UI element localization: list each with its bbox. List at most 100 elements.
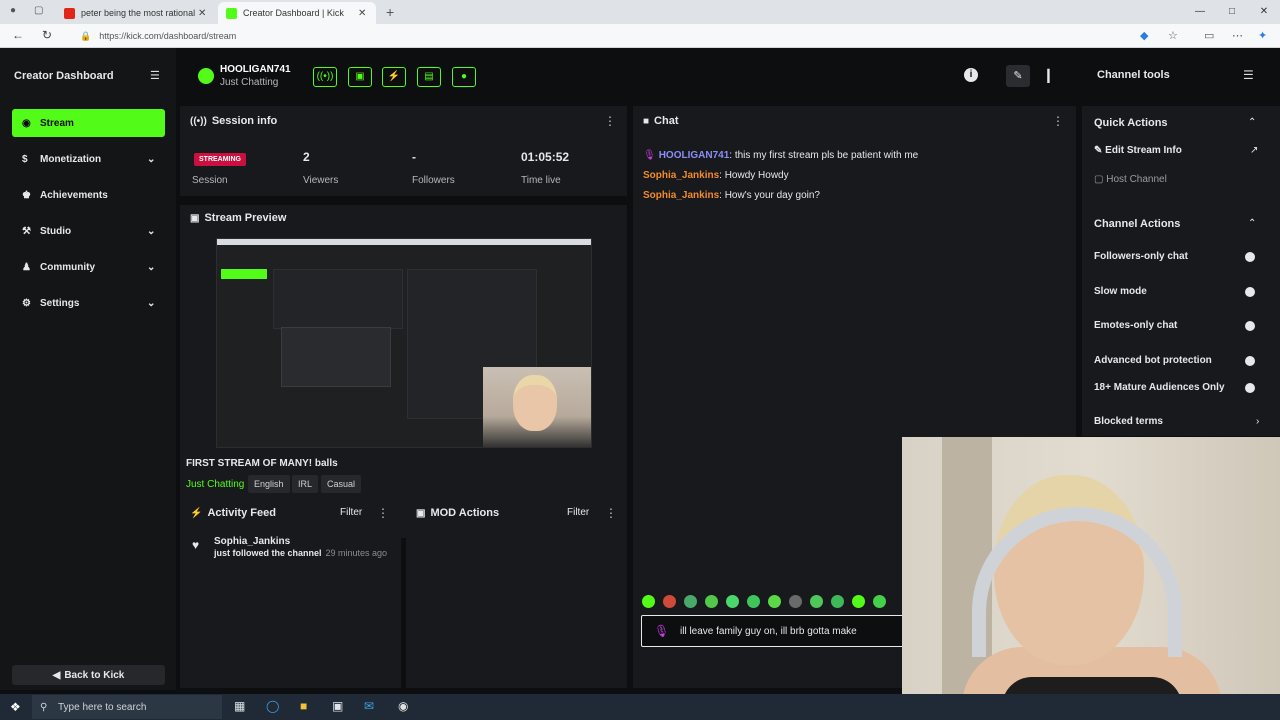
minimize-icon[interactable]: — xyxy=(1184,0,1216,24)
mature-audiences-label: 18+ Mature Audiences Only xyxy=(1094,382,1225,393)
preview-webcam xyxy=(483,367,591,447)
close-window-icon[interactable]: ✕ xyxy=(1248,0,1280,24)
mail-icon[interactable]: ✉ xyxy=(364,699,374,713)
activity-filter-button[interactable]: Filter xyxy=(340,507,362,518)
url-field[interactable]: 🔒 https://kick.com/dashboard/stream xyxy=(80,27,1130,45)
profile-icon[interactable]: ● xyxy=(10,5,16,16)
tab-actions-icon[interactable]: ▢ xyxy=(34,5,43,16)
slow-mode-label: Slow mode xyxy=(1094,286,1147,297)
emote-icon[interactable] xyxy=(852,595,865,608)
back-to-kick-button[interactable]: ◀ Back to Kick xyxy=(12,665,165,685)
emote-icon[interactable] xyxy=(768,595,781,608)
sidebar-item-monetization[interactable]: $ Monetization ⌄ xyxy=(12,145,165,173)
sidebar-title: Creator Dashboard xyxy=(14,70,114,82)
more-options-icon[interactable]: ⋯ xyxy=(1232,29,1243,42)
kebab-menu-icon[interactable]: ⋮ xyxy=(377,506,389,520)
store-icon[interactable]: ▣ xyxy=(332,699,343,713)
sidebar-item-stream[interactable]: ◉ Stream xyxy=(12,109,165,137)
broadcast-settings-button[interactable]: ((•)) xyxy=(313,67,337,87)
chevron-up-icon[interactable]: ⌃ xyxy=(1248,117,1256,128)
shield-icon: ▣ xyxy=(416,507,426,519)
bot-protection-toggle[interactable] xyxy=(1245,356,1255,366)
quick-actions-header[interactable]: Quick Actions xyxy=(1094,117,1168,129)
edge-icon[interactable]: ◯ xyxy=(266,699,279,713)
session-info-panel: ((•)) Session info ⋮ STREAMING Session 2… xyxy=(180,106,627,196)
trophy-icon: ♚ xyxy=(22,189,31,201)
extension-icon[interactable]: ◆ xyxy=(1140,29,1148,42)
emote-icon[interactable] xyxy=(810,595,823,608)
collapse-sidebar-icon[interactable]: ☰ xyxy=(150,69,160,82)
file-explorer-icon[interactable]: ■ xyxy=(300,699,307,713)
emote-icon[interactable] xyxy=(684,595,697,608)
followers-only-toggle[interactable] xyxy=(1245,252,1255,262)
emote-icon[interactable] xyxy=(705,595,718,608)
obs-icon[interactable]: ◉ xyxy=(398,699,408,713)
collapse-tools-icon[interactable]: ☰ xyxy=(1243,68,1254,82)
kebab-menu-icon[interactable]: ⋮ xyxy=(1052,114,1064,128)
channel-tools-title: Channel tools xyxy=(1097,69,1170,81)
category-link[interactable]: Just Chatting xyxy=(186,479,244,490)
sidebar-item-community[interactable]: ♟ Community ⌄ xyxy=(12,253,165,281)
kebab-menu-icon[interactable]: ⋮ xyxy=(605,506,617,520)
windows-taskbar: ❖ ⚲ Type here to search ▦ ◯ ■ ▣ ✉ ◉ xyxy=(0,694,1280,720)
emote-icon[interactable] xyxy=(831,595,844,608)
stream-preview-video[interactable] xyxy=(216,238,592,448)
chat-username[interactable]: HOOLIGAN741 xyxy=(659,150,730,161)
host-channel-button[interactable]: ▢ Host Channel xyxy=(1094,174,1167,185)
notes-button[interactable]: ▤ xyxy=(417,67,441,87)
activity-user[interactable]: Sophia_Jankins xyxy=(214,536,290,547)
maximize-icon[interactable]: □ xyxy=(1216,0,1248,24)
blocked-terms-link[interactable]: Blocked terms xyxy=(1094,416,1163,427)
browser-tab-youtube[interactable]: peter being the most rational pe ✕ xyxy=(56,2,216,24)
windows-start-icon[interactable]: ❖ xyxy=(10,700,21,714)
chat-input[interactable]: 🎙 ill leave family guy on, ill brb gotta… xyxy=(641,615,921,647)
back-arrow-icon[interactable]: ← xyxy=(12,28,24,42)
chevron-down-icon: ⌄ xyxy=(147,261,156,273)
favorite-star-icon[interactable]: ☆ xyxy=(1168,29,1178,42)
emote-icon[interactable] xyxy=(642,595,655,608)
task-view-icon[interactable]: ▦ xyxy=(234,699,245,713)
chat-username[interactable]: Sophia_Jankins xyxy=(643,170,719,181)
emote-icon[interactable] xyxy=(789,595,802,608)
collections-icon[interactable]: ▭ xyxy=(1204,29,1214,42)
chat-username[interactable]: Sophia_Jankins xyxy=(643,190,719,201)
screenshot-button[interactable]: ▣ xyxy=(348,67,372,87)
browser-tab-kick[interactable]: Creator Dashboard | Kick ✕ xyxy=(218,2,376,24)
emotes-only-toggle[interactable] xyxy=(1245,321,1255,331)
tag-english[interactable]: English xyxy=(248,475,290,493)
kebab-menu-icon[interactable]: ⋮ xyxy=(604,114,616,128)
mature-audiences-toggle[interactable] xyxy=(1245,383,1255,393)
chevron-up-icon[interactable]: ⌃ xyxy=(1248,218,1256,229)
sidebar-item-achievements[interactable]: ♚ Achievements xyxy=(12,181,165,209)
emote-icon[interactable] xyxy=(747,595,760,608)
tag-casual[interactable]: Casual xyxy=(321,475,362,493)
close-tab-icon[interactable]: ✕ xyxy=(198,8,208,19)
emote-icon[interactable] xyxy=(873,595,886,608)
chevron-right-icon[interactable]: › xyxy=(1256,416,1259,427)
copilot-icon[interactable]: ✦ xyxy=(1258,29,1267,42)
channel-actions-header[interactable]: Channel Actions xyxy=(1094,218,1180,230)
chat-popout-button[interactable]: ● xyxy=(452,67,476,87)
emote-icon[interactable] xyxy=(726,595,739,608)
tag-irl[interactable]: IRL xyxy=(292,475,319,493)
new-tab-icon[interactable]: + xyxy=(386,4,394,20)
sidebar-item-studio[interactable]: ⚒ Studio ⌄ xyxy=(12,217,165,245)
screen-icon: ▣ xyxy=(190,212,200,224)
chat-text: : Howdy Howdy xyxy=(719,170,789,181)
avatar[interactable] xyxy=(198,68,214,84)
quick-action-bolt-button[interactable]: ⚡ xyxy=(382,67,406,87)
sidebar-item-settings[interactable]: ⚙ Settings ⌄ xyxy=(12,289,165,317)
search-icon: ⚲ xyxy=(40,701,48,713)
close-tab-icon[interactable]: ✕ xyxy=(358,8,368,19)
refresh-icon[interactable]: ↻ xyxy=(42,28,52,42)
emote-icon[interactable] xyxy=(663,595,676,608)
preview-session-box xyxy=(273,269,403,329)
taskbar-search[interactable]: ⚲ Type here to search xyxy=(32,695,222,719)
slow-mode-toggle[interactable] xyxy=(1245,287,1255,297)
external-link-icon[interactable]: ↗ xyxy=(1250,145,1258,156)
info-icon[interactable]: i xyxy=(964,68,978,82)
edit-stream-info-button[interactable]: ✎ Edit Stream Info xyxy=(1094,145,1182,156)
layout-toggle-icon[interactable]: ▎ xyxy=(1042,65,1062,87)
edit-layout-button[interactable]: ✎ xyxy=(1006,65,1030,87)
mod-filter-button[interactable]: Filter xyxy=(567,507,589,518)
